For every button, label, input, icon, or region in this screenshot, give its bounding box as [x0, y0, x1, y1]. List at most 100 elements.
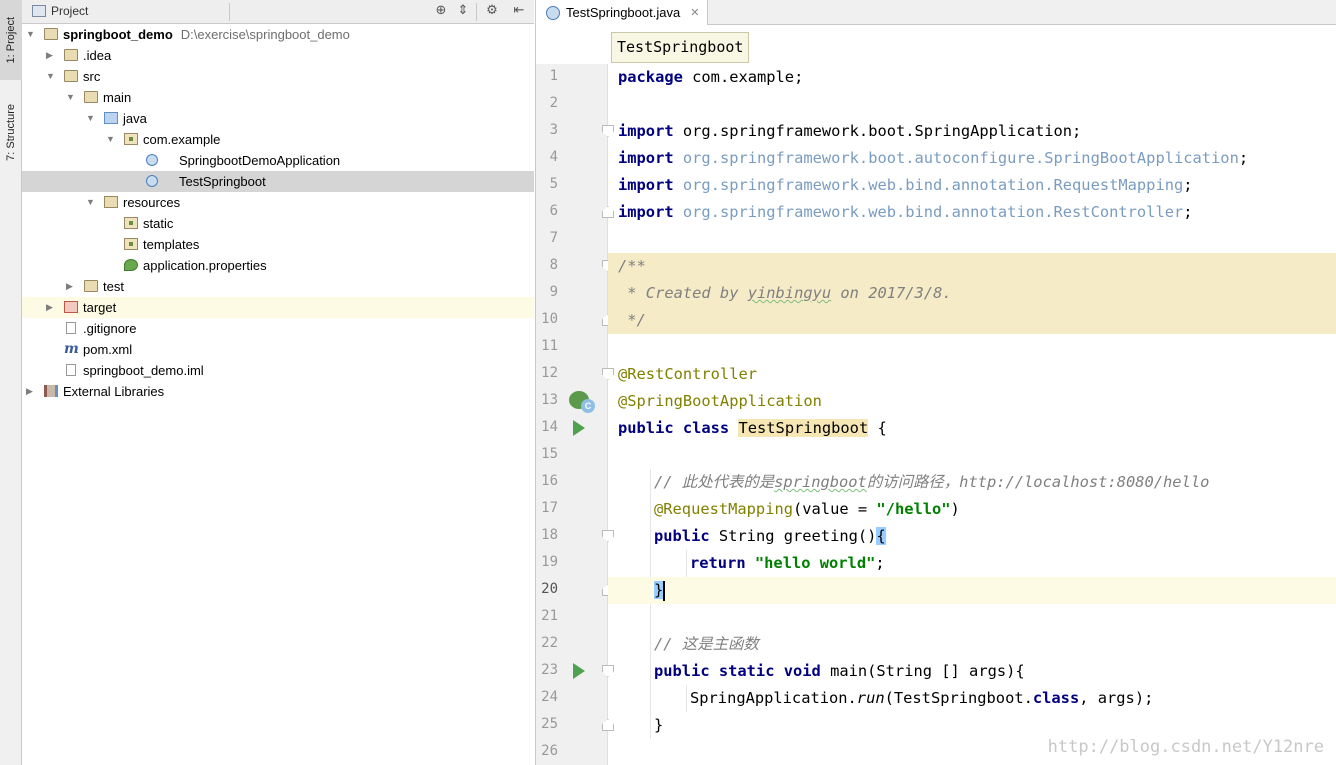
collapsed-arrow-icon[interactable]: ▶ [26, 385, 36, 397]
expanded-arrow-icon[interactable]: ▼ [46, 70, 56, 82]
line-number: 25 [541, 716, 558, 732]
tree-item-label: src [83, 69, 101, 84]
tree-item-test[interactable]: ▶ test [22, 276, 534, 297]
code-line-8: /** [618, 257, 646, 275]
tree-item-label: application.properties [143, 258, 267, 273]
project-tool-tab-label: 1: Project [5, 16, 17, 64]
tree-item-label: TestSpringboot [179, 174, 266, 189]
tree-item-label: java [123, 111, 147, 126]
code-line-5: import org.springframework.web.bind.anno… [618, 176, 1193, 194]
tree-item-label: static [143, 216, 174, 231]
editor-gutter: 1 2 3 4 5 6 7 8 9 10 11 12 13 14 15 16 17 18 19 20 21 22 23 24 2… [536, 64, 614, 765]
line-number: 23 [541, 662, 558, 678]
code-line-6: import org.springframework.web.bind.anno… [618, 203, 1193, 221]
expanded-arrow-icon[interactable]: ▼ [86, 112, 96, 124]
line-number: 24 [541, 689, 558, 705]
tree-item-label: resources [123, 195, 181, 210]
run-icon[interactable] [573, 420, 585, 436]
line-number: 22 [541, 635, 558, 651]
collapsed-arrow-icon[interactable]: ▶ [66, 280, 76, 292]
tool-window-strip: 1: Project 7: Structure [0, 0, 22, 765]
tree-item-label: com.example [143, 132, 221, 147]
tree-item-iml[interactable]: springboot_demo.iml [22, 360, 534, 381]
line-number: 13 [541, 392, 558, 408]
tree-item-label: test [103, 279, 124, 294]
tree-item-pom-xml[interactable]: m pom.xml [22, 339, 534, 360]
project-panel: Project ⊕ ⇕ ⚙ ⇤ ▼ springboot_demo D:\exer… [22, 0, 534, 765]
tree-item-springboot-demo[interactable]: ▼ springboot_demo D:\exercise\springboot_… [22, 24, 534, 45]
expanded-arrow-icon[interactable]: ▼ [66, 91, 76, 103]
tree-item-main[interactable]: ▼ main [22, 87, 534, 108]
tree-item-test-springboot[interactable]: TestSpringboot [22, 171, 534, 192]
spring-bean-icon[interactable] [569, 391, 595, 413]
line-number: 2 [549, 95, 558, 111]
project-panel-title: Project [51, 4, 89, 18]
tree-item-springboot-demo-application[interactable]: SpringbootDemoApplication [22, 150, 534, 171]
spring-properties-icon [124, 259, 138, 271]
tree-item-gitignore[interactable]: .gitignore [22, 318, 534, 339]
code-area[interactable]: package com.example; import org.springfr… [608, 64, 1336, 765]
tree-item-java[interactable]: ▼ java [22, 108, 534, 129]
editor-tab-test-springboot[interactable]: TestSpringboot.java ✕ [536, 0, 708, 25]
collapse-all-icon[interactable]: ⇕ [455, 3, 471, 19]
file-icon [66, 322, 76, 334]
tree-item-application-properties[interactable]: application.properties [22, 255, 534, 276]
tree-item-templates[interactable]: templates [22, 234, 534, 255]
expanded-arrow-icon[interactable]: ▼ [26, 28, 36, 40]
code-line-12: @RestController [618, 365, 757, 383]
tree-item-idea[interactable]: ▶ .idea [22, 45, 534, 66]
spring-class-icon [146, 154, 158, 166]
package-icon [124, 217, 138, 229]
tree-item-src[interactable]: ▼ src [22, 66, 534, 87]
line-number: 7 [549, 230, 558, 246]
collapsed-arrow-icon[interactable]: ▶ [46, 49, 56, 61]
expanded-arrow-icon[interactable]: ▼ [106, 133, 116, 145]
code-line-16: // 此处代表的是springboot的访问路径，http://localhos… [654, 473, 1210, 491]
hide-panel-icon[interactable]: ⇤ [511, 3, 527, 19]
tree-item-label: target [83, 300, 117, 315]
line-number: 12 [541, 365, 558, 381]
code-editor: TestSpringboot.java ✕ 1 2 3 4 5 6 7 8 9 10 11 12 13 1… [535, 0, 1336, 765]
project-icon [32, 5, 46, 17]
expanded-arrow-icon[interactable]: ▼ [86, 196, 96, 208]
close-icon[interactable]: ✕ [690, 6, 699, 19]
line-number: 21 [541, 608, 558, 624]
code-line-3: import org.springframework.boot.SpringAp… [618, 122, 1082, 140]
module-folder-icon [44, 28, 58, 40]
tree-item-label: main [103, 90, 132, 105]
project-view-selector[interactable]: Project [32, 4, 88, 18]
line-number: 9 [549, 284, 558, 300]
tree-item-resources[interactable]: ▼ resources [22, 192, 534, 213]
line-number: 19 [541, 554, 558, 570]
source-folder-icon [104, 112, 118, 124]
line-number: 4 [549, 149, 558, 165]
tree-item-external-libraries[interactable]: ▶ External Libraries [22, 381, 534, 402]
line-number: 26 [541, 743, 558, 759]
editor-tab-label: TestSpringboot.java [566, 5, 681, 20]
run-icon[interactable] [573, 663, 585, 679]
spring-class-icon [146, 175, 158, 187]
code-line-19: return "hello world"; [690, 554, 885, 572]
collapsed-arrow-icon[interactable]: ▶ [46, 301, 56, 313]
code-line-22: // 这是主函数 [654, 635, 759, 653]
tree-item-static[interactable]: static [22, 213, 534, 234]
tree-item-label: .idea [83, 48, 112, 63]
code-line-10: */ [618, 311, 646, 329]
tree-item-com-example[interactable]: ▼ com.example [22, 129, 534, 150]
code-line-14: public class TestSpringboot { [618, 419, 887, 437]
gear-icon[interactable]: ⚙ [484, 3, 500, 19]
code-line-17: @RequestMapping(value = "/hello") [654, 500, 960, 518]
tree-item-label: .gitignore [83, 321, 137, 336]
structure-tool-tab[interactable]: 7: Structure [0, 88, 22, 176]
tree-item-target[interactable]: ▶ target [22, 297, 534, 318]
code-line-13: @SpringBootApplication [618, 392, 822, 410]
code-line-24: SpringApplication.run(TestSpringboot.cla… [690, 689, 1154, 707]
file-icon [66, 364, 76, 376]
excluded-folder-icon [64, 301, 78, 313]
locate-icon[interactable]: ⊕ [433, 3, 449, 19]
line-number: 5 [549, 176, 558, 192]
line-number: 11 [541, 338, 558, 354]
tree-item-label: pom.xml [83, 342, 133, 357]
watermark: http://blog.csdn.net/Y12nre [1047, 737, 1324, 757]
project-tool-tab[interactable]: 1: Project [0, 0, 22, 80]
